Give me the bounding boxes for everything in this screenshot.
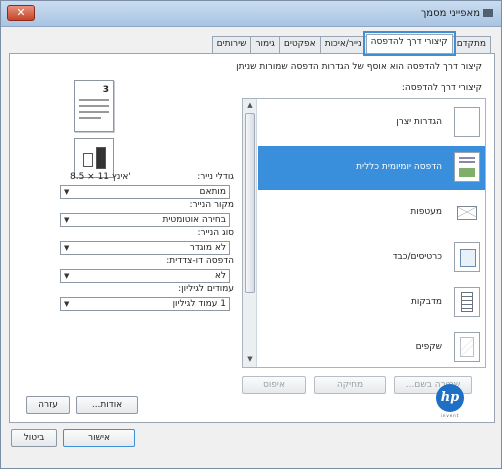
shortcut-item-envelopes[interactable]: מעטפות — [258, 191, 485, 235]
tab-printing-shortcuts[interactable]: קיצורי דרך להדפסה — [362, 31, 456, 56]
duplex-label: הדפסה דו-צדדית: — [166, 256, 234, 266]
pages-per-sheet-label: עמודים לגיליון: — [178, 284, 234, 294]
shortcuts-list[interactable]: ▲ ▼ הגדרות יצרן הדפסה יומיומית כללית מעט… — [242, 98, 486, 368]
title-bar: ✕ מאפייני מסמך — [1, 1, 501, 27]
paper-type-label: סוג הנייר: — [197, 228, 234, 238]
hp-logo: hp — [436, 384, 464, 412]
chevron-down-icon: ▼ — [64, 188, 70, 196]
shortcuts-panel: קיצור דרך להדפסה הוא אוסף של הגדרות הדפס… — [9, 53, 495, 423]
ok-button[interactable]: אישור — [63, 429, 135, 447]
panel-description: קיצור דרך להדפסה הוא אוסף של הגדרות הדפס… — [236, 62, 482, 72]
window-title: מאפייני מסמך — [421, 8, 493, 19]
paper-size-value: 8.5 × 11 אינץ' — [70, 172, 131, 182]
blank-page-icon — [454, 107, 480, 137]
shortcut-item-general-everyday[interactable]: הדפסה יומיומית כללית — [258, 146, 485, 190]
chevron-down-icon: ▼ — [64, 244, 70, 252]
tab-strip: מתקדם קיצורי דרך להדפסה נייר/איכות אפקטי… — [211, 31, 491, 56]
printer-icon — [483, 9, 493, 17]
hp-tagline: invent — [440, 413, 460, 418]
help-button[interactable]: עזרה — [26, 396, 70, 414]
close-button[interactable]: ✕ — [7, 5, 35, 21]
paper-source-select[interactable]: בחירה אוטומטית ▼ — [60, 213, 230, 227]
document-icon — [83, 153, 93, 167]
tab-advanced[interactable]: מתקדם — [451, 36, 491, 53]
labels-icon — [454, 287, 480, 317]
envelope-icon — [454, 197, 480, 227]
cards-icon — [454, 242, 480, 272]
transparency-icon — [454, 332, 480, 362]
shortcut-item-labels[interactable]: מדבקות — [258, 281, 485, 325]
paper-size-select[interactable]: מותאם ▼ — [60, 185, 230, 199]
tab-services[interactable]: שירותים — [211, 36, 252, 53]
tab-paper-quality[interactable]: נייר/איכות — [319, 36, 367, 53]
scroll-down-icon[interactable]: ▼ — [245, 355, 255, 365]
general-print-icon — [454, 152, 480, 182]
scroll-thumb[interactable] — [245, 113, 255, 293]
duplex-select[interactable]: לא ▼ — [60, 269, 230, 283]
preview-line — [79, 117, 101, 119]
paper-source-label: מקור הנייר: — [189, 200, 234, 210]
pages-per-sheet-select[interactable]: 1 עמוד לגיליון ▼ — [60, 297, 230, 311]
reset-button[interactable]: איפוס — [242, 376, 306, 394]
delete-button[interactable]: מחיקה — [314, 376, 386, 394]
chevron-down-icon: ▼ — [64, 272, 70, 280]
document-properties-window: ✕ מאפייני מסמך מתקדם קיצורי דרך להדפסה נ… — [0, 0, 502, 469]
shortcut-item-cardstock[interactable]: כרטיסים/כבד — [258, 236, 485, 280]
tab-finishing[interactable]: גימור — [250, 36, 280, 53]
preview-line — [79, 105, 109, 107]
page-preview: 3 — [74, 80, 114, 132]
chevron-down-icon: ▼ — [64, 300, 70, 308]
preview-line — [79, 99, 109, 101]
list-scrollbar[interactable]: ▲ ▼ — [243, 99, 257, 367]
preview-page-number: 3 — [102, 85, 109, 95]
cancel-button[interactable]: ביטול — [11, 429, 57, 447]
close-icon: ✕ — [16, 6, 26, 19]
document-icon — [96, 147, 106, 169]
shortcut-item-transparencies[interactable]: שקפים — [258, 326, 485, 367]
shortcut-item-factory-defaults[interactable]: הגדרות יצרן — [258, 101, 485, 145]
scroll-up-icon[interactable]: ▲ — [245, 101, 255, 111]
tab-effects[interactable]: אפקטים — [278, 36, 321, 53]
shortcuts-list-label: קיצורי דרך להדפסה: — [401, 83, 482, 93]
preview-line — [79, 111, 109, 113]
paper-size-label: גודלי נייר: — [197, 172, 234, 182]
chevron-down-icon: ▼ — [64, 216, 70, 224]
about-button[interactable]: אודות... — [76, 396, 138, 414]
paper-type-select[interactable]: לא מוגדר ▼ — [60, 241, 230, 255]
